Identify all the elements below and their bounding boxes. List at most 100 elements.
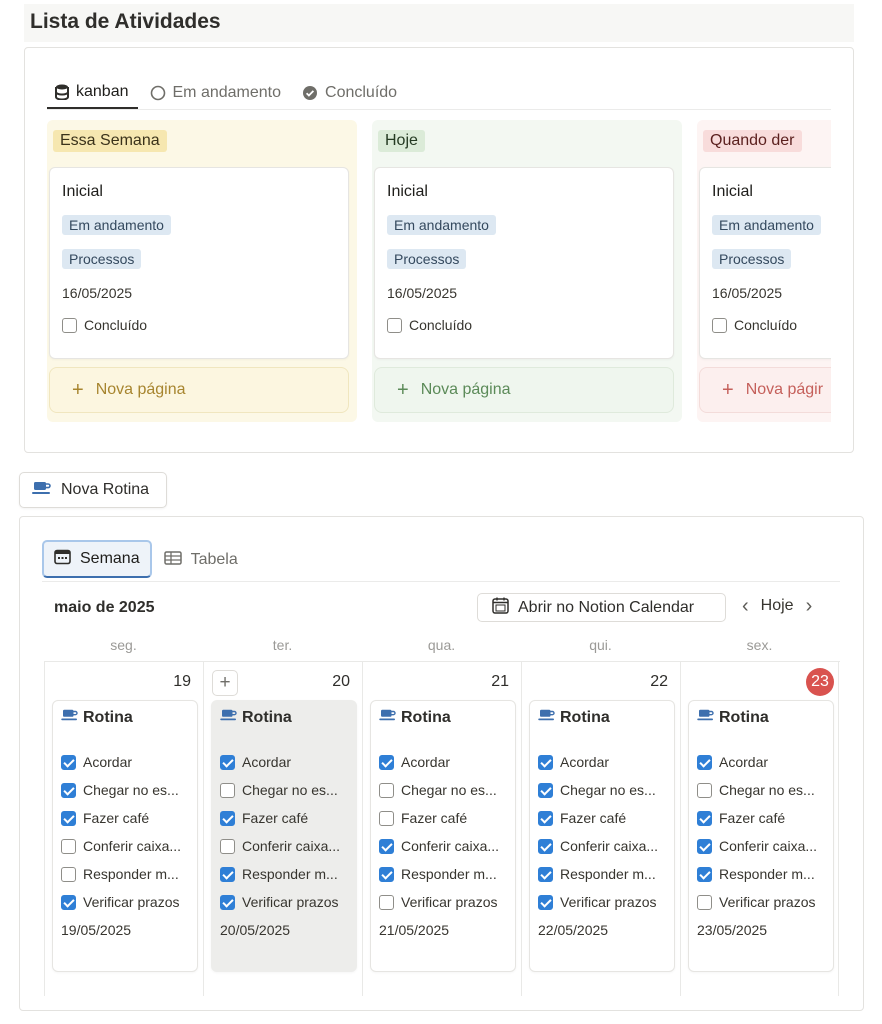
weekday-label: qui. bbox=[589, 637, 612, 653]
task-label: Chegar no es... bbox=[401, 782, 497, 798]
task-item: Acordar bbox=[220, 748, 348, 776]
card-title: Inicial bbox=[712, 183, 753, 200]
chevron-left-icon[interactable]: ‹ bbox=[742, 596, 749, 616]
day-number: 19 bbox=[173, 673, 191, 690]
chevron-right-icon[interactable]: › bbox=[806, 596, 813, 616]
task-checkbox[interactable] bbox=[697, 810, 712, 826]
status-tag: Em andamento bbox=[387, 215, 496, 235]
kanban-card[interactable]: Inicial Em andamento Processos 16/05/202… bbox=[699, 167, 831, 359]
task-label: Acordar bbox=[83, 754, 133, 770]
new-page-button[interactable]: + Nova págir bbox=[699, 367, 831, 413]
task-checkbox[interactable] bbox=[61, 894, 76, 910]
task-checkbox[interactable] bbox=[379, 754, 394, 770]
task-label: Acordar bbox=[560, 754, 610, 770]
done-checkbox[interactable] bbox=[712, 317, 727, 333]
task-item: Verificar prazos bbox=[538, 888, 666, 916]
status-tag: Em andamento bbox=[62, 215, 171, 235]
task-checkbox[interactable] bbox=[697, 754, 712, 770]
routine-date: 21/05/2025 bbox=[379, 922, 450, 938]
today-day-number: 23 bbox=[806, 668, 834, 696]
new-routine-button[interactable]: Nova Rotina bbox=[19, 472, 167, 508]
coffee-cup-icon bbox=[61, 708, 79, 727]
day-number: 21 bbox=[491, 673, 509, 690]
add-event-button[interactable]: + bbox=[212, 670, 238, 696]
column-label: Quando der bbox=[703, 130, 802, 152]
task-checkbox[interactable] bbox=[379, 810, 394, 826]
calendar-week-grid: 19 Rotina Acordar Chegar no es... Fazer café… bbox=[44, 661, 840, 996]
calendar-day[interactable]: +20 Rotina Acordar Chegar no es... Fazer caf… bbox=[203, 662, 362, 996]
task-item: Fazer café bbox=[61, 804, 189, 832]
task-checkbox[interactable] bbox=[220, 866, 235, 882]
task-label: Conferir caixa... bbox=[560, 838, 659, 854]
calendar-day[interactable]: 21 Rotina Acordar Chegar no es... Fazer café… bbox=[362, 662, 521, 996]
done-label: Concluído bbox=[84, 317, 148, 333]
task-checkbox[interactable] bbox=[538, 754, 553, 770]
task-checkbox[interactable] bbox=[697, 894, 712, 910]
task-label: Responder m... bbox=[719, 866, 815, 882]
done-label: Concluído bbox=[409, 317, 473, 333]
task-checkbox[interactable] bbox=[538, 810, 553, 826]
task-checkbox[interactable] bbox=[538, 866, 553, 882]
task-checkbox[interactable] bbox=[220, 838, 235, 854]
task-item: Responder m... bbox=[220, 860, 348, 888]
tab-tabela[interactable]: Tabela bbox=[152, 539, 250, 581]
task-checkbox[interactable] bbox=[538, 782, 553, 798]
task-checkbox[interactable] bbox=[220, 782, 235, 798]
kanban-card[interactable]: Inicial Em andamento Processos 16/05/202… bbox=[374, 167, 674, 359]
task-checkbox[interactable] bbox=[220, 810, 235, 826]
task-label: Fazer café bbox=[242, 810, 309, 826]
routine-card[interactable]: Rotina Acordar Chegar no es... Fazer café Co… bbox=[211, 700, 357, 972]
task-label: Conferir caixa... bbox=[719, 838, 818, 854]
task-checkbox[interactable] bbox=[61, 754, 76, 770]
task-checkbox[interactable] bbox=[220, 894, 235, 910]
coffee-cup-icon bbox=[697, 708, 715, 727]
new-page-button[interactable]: + Nova página bbox=[49, 367, 349, 413]
new-page-button[interactable]: + Nova página bbox=[374, 367, 674, 413]
task-checkbox[interactable] bbox=[379, 782, 394, 798]
task-checkbox[interactable] bbox=[61, 838, 76, 854]
tab-label: Semana bbox=[80, 550, 140, 567]
task-label: Chegar no es... bbox=[719, 782, 815, 798]
routine-card[interactable]: Rotina Acordar Chegar no es... Fazer café Co… bbox=[370, 700, 516, 972]
tab-concluido[interactable]: Concluído bbox=[294, 76, 406, 109]
done-checkbox[interactable] bbox=[62, 317, 77, 333]
task-checkbox[interactable] bbox=[379, 866, 394, 882]
calendar-day[interactable]: 22 Rotina Acordar Chegar no es... Fazer café… bbox=[521, 662, 680, 996]
kanban-card[interactable]: Inicial Em andamento Processos 16/05/202… bbox=[49, 167, 349, 359]
tab-em-andamento[interactable]: Em andamento bbox=[142, 76, 291, 109]
task-checkbox[interactable] bbox=[61, 866, 76, 882]
open-notion-calendar-button[interactable]: Abrir no Notion Calendar bbox=[477, 593, 726, 622]
routine-card[interactable]: Rotina Acordar Chegar no es... Fazer café Co… bbox=[688, 700, 834, 972]
calendar-icon bbox=[54, 549, 71, 570]
task-checkbox[interactable] bbox=[379, 894, 394, 910]
coffee-cup-icon bbox=[32, 480, 52, 501]
task-checkbox[interactable] bbox=[220, 754, 235, 770]
column-label: Essa Semana bbox=[53, 130, 167, 152]
task-checkbox[interactable] bbox=[697, 866, 712, 882]
task-item: Fazer café bbox=[538, 804, 666, 832]
done-checkbox[interactable] bbox=[387, 317, 402, 333]
task-checkbox[interactable] bbox=[379, 838, 394, 854]
routine-card[interactable]: Rotina Acordar Chegar no es... Fazer café Co… bbox=[529, 700, 675, 972]
task-item: Chegar no es... bbox=[220, 776, 348, 804]
routine-card[interactable]: Rotina Acordar Chegar no es... Fazer café Co… bbox=[52, 700, 198, 972]
task-item: Acordar bbox=[61, 748, 189, 776]
tab-kanban[interactable]: kanban bbox=[47, 76, 138, 109]
task-checkbox[interactable] bbox=[61, 810, 76, 826]
calendar-day[interactable]: 23 Rotina Acordar Chegar no es... Fazer café… bbox=[680, 662, 839, 996]
today-button[interactable]: Hoje bbox=[761, 597, 794, 615]
new-page-label: Nova págir bbox=[745, 381, 824, 398]
task-checkbox[interactable] bbox=[538, 894, 553, 910]
tab-semana[interactable]: Semana bbox=[42, 540, 152, 578]
task-checkbox[interactable] bbox=[697, 782, 712, 798]
task-checkbox[interactable] bbox=[697, 838, 712, 854]
task-item: Chegar no es... bbox=[538, 776, 666, 804]
task-label: Responder m... bbox=[401, 866, 497, 882]
task-checkbox[interactable] bbox=[61, 782, 76, 798]
task-label: Verificar prazos bbox=[83, 894, 180, 910]
plus-icon: + bbox=[72, 379, 84, 401]
calendar-day[interactable]: 19 Rotina Acordar Chegar no es... Fazer café… bbox=[44, 662, 203, 996]
database-icon bbox=[55, 84, 69, 100]
task-label: Chegar no es... bbox=[560, 782, 656, 798]
task-checkbox[interactable] bbox=[538, 838, 553, 854]
